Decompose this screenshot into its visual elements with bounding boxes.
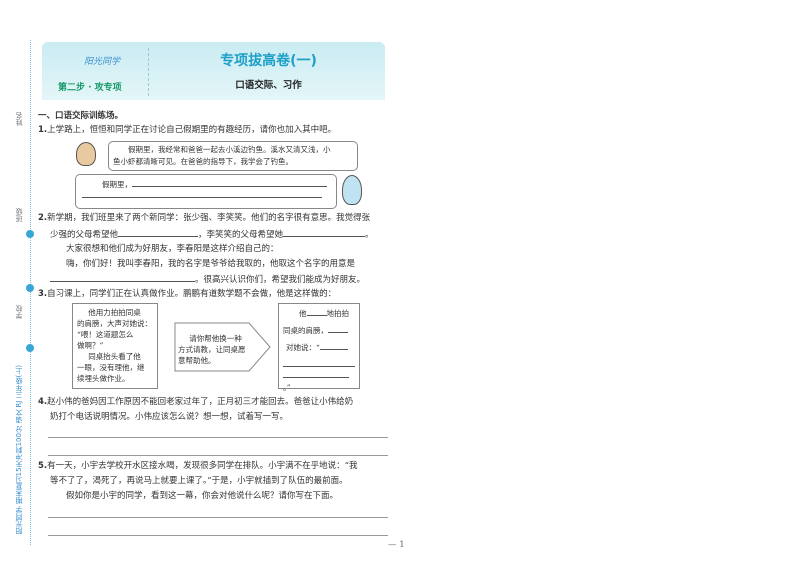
answer-line[interactable] [48, 517, 388, 518]
school-label: 学校 [15, 305, 23, 319]
answer-line[interactable] [48, 455, 388, 456]
header-banner: 阳光同学 第二步 · 攻专项 专项拔高卷(一) 口语交际、习作 [42, 42, 385, 100]
answer-box[interactable]: 他地拍拍 同桌的肩膀， 对她说：“ 。” [278, 303, 360, 392]
binding-hole [26, 344, 34, 352]
answer-line[interactable] [48, 535, 388, 536]
binding-hole [26, 230, 34, 238]
blank-field[interactable] [283, 228, 366, 237]
page-subtitle: 口语交际、习作 [235, 80, 302, 91]
section-heading: 一、口语交际训练场。 [38, 111, 124, 121]
binding-hole [26, 284, 34, 292]
blank-field[interactable] [50, 273, 195, 282]
answer-line[interactable] [48, 437, 388, 438]
step-label: 第二步 · 攻专项 [58, 83, 122, 93]
page-number: — 1 [388, 540, 405, 550]
question-1: 1.上学路上，恒恒和同学正在讨论自己假期里的有趣经历，请你也加入其中吧。 [38, 125, 337, 135]
arrow-text: 请你帮他换一种 方式请教，让同桌愿 意帮助他。 [178, 334, 246, 365]
logo: 阳光同学 [84, 57, 121, 67]
answer-bubble[interactable]: 假期里， [75, 174, 337, 209]
speech-bubble-boy: 假期里，我经常和爸爸一起去小溪边钓鱼。溪水又清又浅，小 鱼小虾都清晰可见。在爸爸… [108, 141, 358, 171]
divider [148, 48, 149, 96]
girl-avatar [342, 175, 362, 205]
name-label: 姓名 [15, 112, 23, 126]
series-label: 阳光同学 期末复习15天冲刺100分 语文 RJ 三年级(上) [15, 365, 23, 535]
scenario-box: 他用力拍拍同桌 的肩膀，大声对她说： “喂！这道题怎么 做啊？” 同桌抬头看了他… [72, 303, 158, 389]
boy-avatar [76, 142, 96, 166]
class-label: 班级 [15, 208, 23, 222]
blank-field[interactable] [118, 228, 199, 237]
binding-line [30, 40, 31, 545]
page-title: 专项拔高卷(一) [220, 53, 317, 69]
